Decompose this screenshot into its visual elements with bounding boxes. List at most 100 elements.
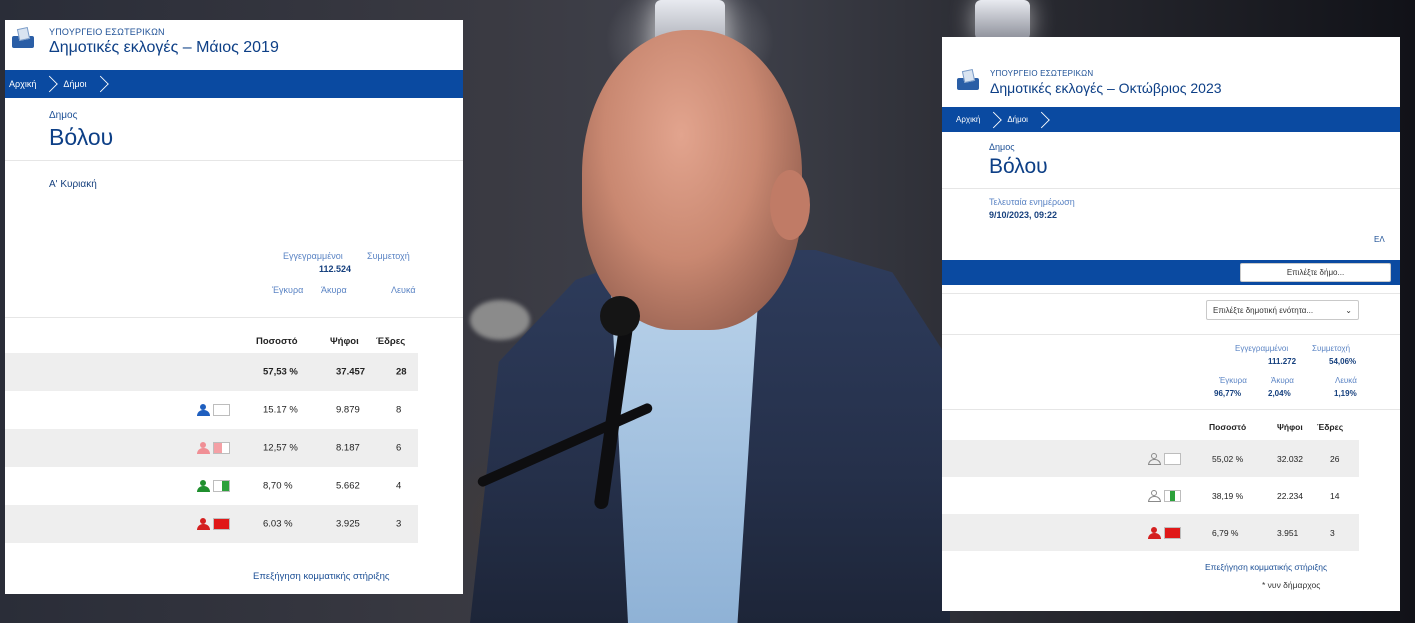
microphone [600,296,640,336]
table-row[interactable]: 55,02 % 32.032 26 [942,440,1359,477]
blank-label: Λευκά [391,285,416,295]
cell-seats: 14 [1330,490,1340,501]
party-icon [1148,452,1181,465]
municipality-name: Βόλου [989,155,1048,178]
table-row[interactable]: 38,19 % 22.234 14 [942,477,1359,514]
unit-select[interactable]: Επιλέξτε δημοτική ενότητα... ⌄ [1206,300,1359,320]
party-support-link[interactable]: Επεξήγηση κομματικής στήριξης [253,571,389,582]
breadcrumb-home[interactable]: Αρχική [5,79,41,89]
valid-label: Έγκυρα [1219,376,1247,385]
divider [942,293,1400,294]
ministry-name: ΥΠΟΥΡΓΕΙΟ ΕΣΩΤΕΡΙΚΩΝ [49,27,165,37]
breadcrumb-municipalities[interactable]: Δήμοι [997,115,1033,124]
cell-percentage: 38,19 % [1212,490,1244,501]
valid-label: Έγκυρα [272,285,304,295]
valid-value: 96,77% [1214,389,1242,398]
cell-votes: 3.951 [1277,527,1299,538]
divider [942,409,1400,410]
cell-seats: 6 [396,442,402,454]
last-update-value: 9/10/2023, 09:22 [989,210,1058,220]
party-icon [1148,526,1181,539]
cell-percentage: 6.03 % [263,518,293,530]
round-label[interactable]: Α' Κυριακή [49,179,97,190]
divider [942,334,1400,335]
divider [5,317,463,318]
party-flag-icon [1164,452,1181,465]
person-pink-icon [197,442,210,454]
turnout-value: 54,06% [1329,357,1357,366]
registered-label: Εγγεγραμμένοι [283,251,343,261]
invalid-label: Άκυρα [321,285,347,295]
table-row[interactable]: 15.17 % 9.879 8 [5,391,418,429]
breadcrumb-municipalities[interactable]: Δήμοι [53,79,91,89]
cell-percentage: 6,79 % [1212,527,1239,538]
cell-votes: 9.879 [336,404,360,416]
background-blur [470,300,530,340]
registered-value: 112.524 [319,264,352,274]
party-flag-icon [213,518,230,530]
header-seats: Έδρες [1317,422,1344,432]
table-row[interactable]: 6,79 % 3.951 3 [942,514,1359,551]
turnout-label: Συμμετοχή [1312,344,1351,353]
cell-percentage: 55,02 % [1212,453,1244,464]
cell-percentage: 15.17 % [263,404,298,416]
divider [5,160,463,161]
registered-label: Εγγεγραμμένοι [1235,344,1289,353]
person-green-icon [197,480,210,492]
header-seats: Έδρες [376,336,406,347]
ministry-name: ΥΠΟΥΡΓΕΙΟ ΕΣΩΤΕΡΙΚΩΝ [990,69,1094,78]
chevron-right-icon [92,70,104,98]
party-icon [197,442,230,454]
table-row[interactable]: 12,57 % 8.187 6 [5,429,418,467]
blank-value: 1,19% [1334,389,1357,398]
unit-select-label: Επιλέξτε δημοτική ενότητα... [1213,305,1314,315]
cell-votes: 8.187 [336,442,360,454]
language-switch[interactable]: ΕΛ [1374,235,1385,244]
election-title[interactable]: Δημοτικές εκλογές – Μάιος 2019 [49,39,279,57]
footnote: * νυν δήμαρχος [1262,580,1321,590]
person-outline-icon [1148,489,1161,502]
party-flag-icon [1164,526,1181,539]
chevron-down-icon: ⌄ [1345,305,1352,315]
party-icon [197,480,230,492]
chevron-right-icon [1033,107,1045,132]
stage-light [975,0,1030,40]
table-row[interactable]: 8,70 % 5.662 4 [5,467,418,505]
cell-seats: 26 [1330,453,1340,464]
header-votes: Ψήφοι [330,336,359,347]
cell-seats: 28 [396,366,407,378]
breadcrumb-home[interactable]: Αρχική [942,115,985,124]
party-flag-icon [213,480,230,492]
chevron-right-icon [985,107,997,132]
party-flag-icon [1164,489,1181,502]
ballot-box-icon [11,26,37,49]
person-blue-icon [197,404,210,416]
table-row[interactable]: 6.03 % 3.925 3 [5,505,418,543]
cell-percentage: 57,53 % [263,366,298,378]
header-percentage: Ποσοστό [256,336,298,347]
cell-votes: 37.457 [336,366,366,378]
divider [942,188,1400,189]
cell-votes: 22.234 [1277,490,1303,501]
turnout-label: Συμμετοχή [367,251,410,261]
party-icon [197,404,230,416]
municipality-select[interactable]: Επιλέξτε δήμο... [1240,263,1391,282]
registered-value: 111.272 [1268,357,1297,366]
breadcrumb: Αρχική Δήμοι [942,107,1400,132]
last-update-label: Τελευταία ενημέρωση [989,197,1075,207]
person-red-icon [197,518,210,530]
party-icon [197,518,230,530]
cell-percentage: 12,57 % [263,442,298,454]
cell-seats: 8 [396,404,402,416]
table-row[interactable]: 57,53 % 37.457 28 [5,353,418,391]
cell-seats: 3 [396,518,402,530]
header: ΥΠΟΥΡΓΕΙΟ ΕΣΩΤΕΡΙΚΩΝ Δημοτικές εκλογές –… [11,26,279,57]
header-votes: Ψήφοι [1277,422,1303,432]
election-title[interactable]: Δημοτικές εκλογές – Οκτώβριος 2023 [990,80,1222,96]
blank-label: Λευκά [1335,376,1357,385]
breadcrumb: Αρχική Δήμοι [5,70,463,98]
cell-votes: 3.925 [336,518,360,530]
person-outline-icon [1148,452,1161,465]
header-percentage: Ποσοστό [1209,422,1247,432]
party-support-link[interactable]: Επεξήγηση κομματικής στήριξης [1205,562,1327,572]
